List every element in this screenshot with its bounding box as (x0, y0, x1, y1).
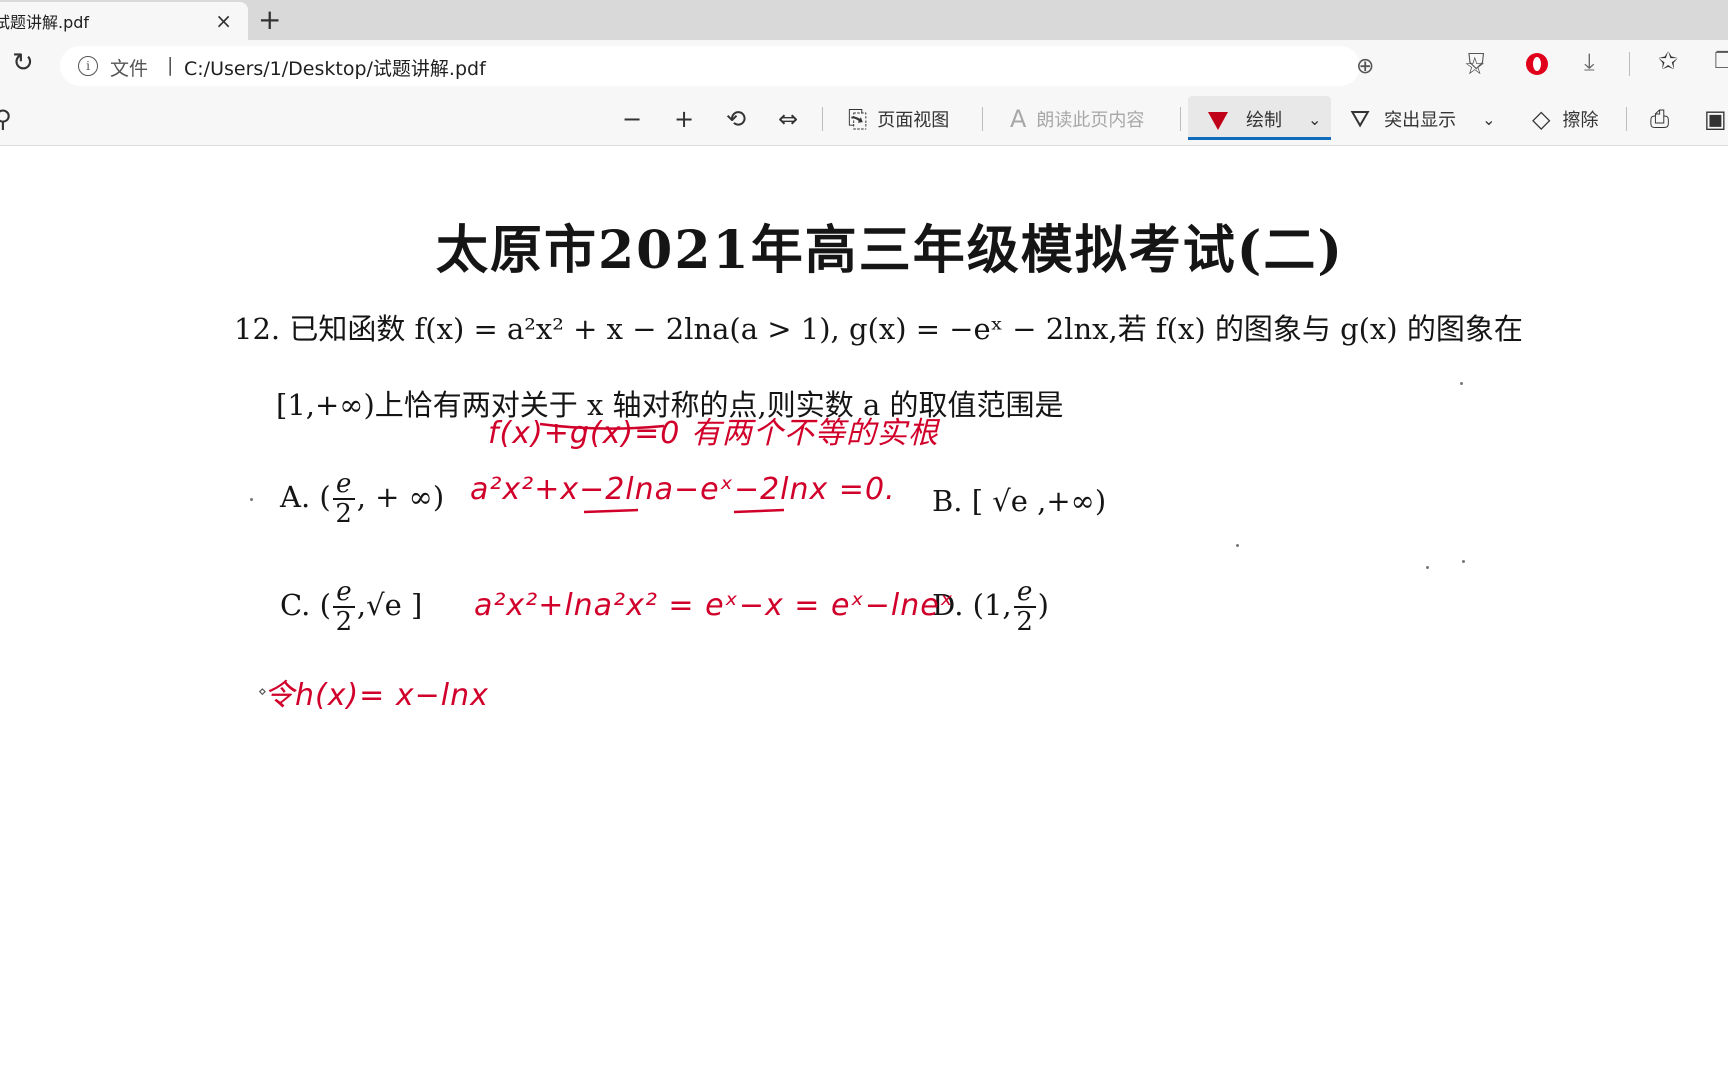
tab-title: 试题讲解.pdf (0, 13, 90, 32)
separator: | (167, 54, 174, 76)
toolbar-divider (1626, 107, 1627, 131)
highlight-button[interactable]: ⛛ 突出显示 ⌄ (1350, 93, 1496, 145)
fraction-numerator: e (336, 469, 352, 499)
erase-label: 擦除 (1562, 110, 1599, 131)
ink-note-line2: a²x²+x−2lna−eˣ−2lnx =0. (470, 472, 896, 507)
page-view-button[interactable]: ⎘ 页面视图 (848, 93, 949, 145)
page-view-label: 页面视图 (877, 110, 950, 131)
url-text[interactable]: C:/Users/1/Desktop/试题讲解.pdf (184, 54, 486, 81)
rotate-button[interactable]: ⟲ (726, 93, 746, 145)
option-c: C. (e 2 ,√e ] (280, 578, 422, 636)
collections-icon[interactable]: ❐ (1714, 49, 1728, 74)
minus-icon: − (622, 105, 643, 133)
page-speck (1236, 544, 1239, 547)
option-a-fraction: e2 (332, 469, 355, 529)
rotate-icon: ⟲ (726, 105, 747, 133)
tab-strip: 试题讲解.pdf × + (0, 0, 1728, 40)
pdf-page: 太原市2021年高三年级模拟考试(二) 12. 已知函数 f(x) = a²x²… (0, 146, 1728, 1080)
option-a-suffix: , + ∞) (356, 480, 445, 514)
fraction-denominator: 2 (335, 607, 353, 637)
read-aloud-icon: A (1010, 105, 1027, 133)
draw-label: 绘制 (1246, 110, 1282, 131)
highlight-label: 突出显示 (1384, 110, 1457, 131)
search-icon[interactable]: ⚲ (0, 93, 12, 145)
opera-extension-icon[interactable] (1526, 53, 1548, 75)
ink-note-line3: a²x²+lna²x² = eˣ−x = eˣ−lneˣ (474, 588, 954, 623)
option-d-suffix: ) (1037, 588, 1049, 622)
page-view-icon: ⎘ (848, 105, 868, 133)
shield-icon[interactable]: ⛉ (1468, 50, 1485, 75)
reload-icon[interactable]: ↻ (12, 48, 34, 78)
read-aloud-label: 朗读此页内容 (1036, 110, 1145, 131)
eraser-icon: ◇ (1532, 105, 1551, 133)
fraction-denominator: 2 (335, 499, 352, 529)
plus-icon: + (674, 105, 695, 133)
option-c-fraction: e2 (332, 577, 355, 637)
favorites-icon[interactable]: ✩ (1658, 47, 1678, 75)
page-speck (1460, 382, 1463, 385)
omnibox[interactable]: i 文件 | C:/Users/1/Desktop/试题讲解.pdf ⊕ ☆ (60, 46, 1486, 86)
option-a: A. (e 2, + ∞) (280, 470, 444, 528)
option-c-prefix: C. ( (280, 588, 331, 622)
fit-width-icon: ⇔ (778, 105, 799, 133)
download-icon[interactable]: ⤓ (1584, 48, 1595, 76)
print-button[interactable]: ⎙ (1650, 93, 1669, 145)
draw-tool[interactable]: 绘制 ⌄ (1208, 93, 1321, 145)
option-b: B. [ √e ,+∞) (932, 484, 1107, 518)
option-d-fraction: e2 (1013, 577, 1036, 637)
option-a-prefix: A. ( (280, 480, 331, 514)
option-c-suffix: ,√e ] (356, 588, 423, 622)
tab-active[interactable]: 试题讲解.pdf × (0, 2, 248, 40)
site-label: 文件 (110, 58, 149, 80)
ink-note-line4: 令h(x)= x−lnx (264, 678, 489, 713)
pen-icon (1208, 112, 1228, 130)
page-speck (1426, 566, 1429, 569)
save-button[interactable]: ▣ (1704, 93, 1727, 145)
toolbar-divider (822, 107, 823, 131)
toolbar-divider (982, 107, 983, 131)
erase-button[interactable]: ◇ 擦除 (1532, 93, 1598, 145)
toolbar-divider (1629, 52, 1630, 76)
read-aloud-button[interactable]: A 朗读此页内容 (1010, 93, 1144, 145)
fit-width-button[interactable]: ⇔ (778, 93, 798, 145)
ink-note-line1: f(x)+g(x)=0 有两个不等的实根 (488, 416, 939, 451)
zoom-out-button[interactable]: − (622, 93, 642, 145)
question-text-line1: 12. 已知函数 f(x) = a²x² + x − 2lna(a > 1), … (234, 312, 1523, 346)
ink-underline (733, 508, 785, 514)
page-speck (250, 498, 253, 501)
cursor-marker-icon: ⋄ (258, 684, 268, 700)
close-tab-icon[interactable]: × (215, 9, 232, 33)
ink-underline (583, 508, 639, 514)
toolbar-divider (1180, 107, 1181, 131)
chevron-down-icon[interactable]: ⌄ (1308, 110, 1321, 129)
highlighter-icon: ⛛ (1350, 105, 1371, 133)
new-tab-button[interactable]: + (258, 2, 281, 38)
info-icon[interactable]: i (78, 56, 98, 76)
fraction-numerator: e (1016, 577, 1033, 607)
zoom-in-button[interactable]: + (674, 93, 694, 145)
fraction-denominator: 2 (1016, 607, 1033, 637)
chevron-down-icon[interactable]: ⌄ (1482, 110, 1495, 129)
fraction-numerator: e (336, 577, 352, 607)
zoom-icon[interactable]: ⊕ (1356, 54, 1374, 79)
save-icon: ▣ (1704, 105, 1727, 133)
page-speck (1462, 560, 1465, 563)
page-title: 太原市2021年高三年级模拟考试(二) (436, 220, 1344, 281)
print-icon: ⎙ (1650, 105, 1670, 133)
